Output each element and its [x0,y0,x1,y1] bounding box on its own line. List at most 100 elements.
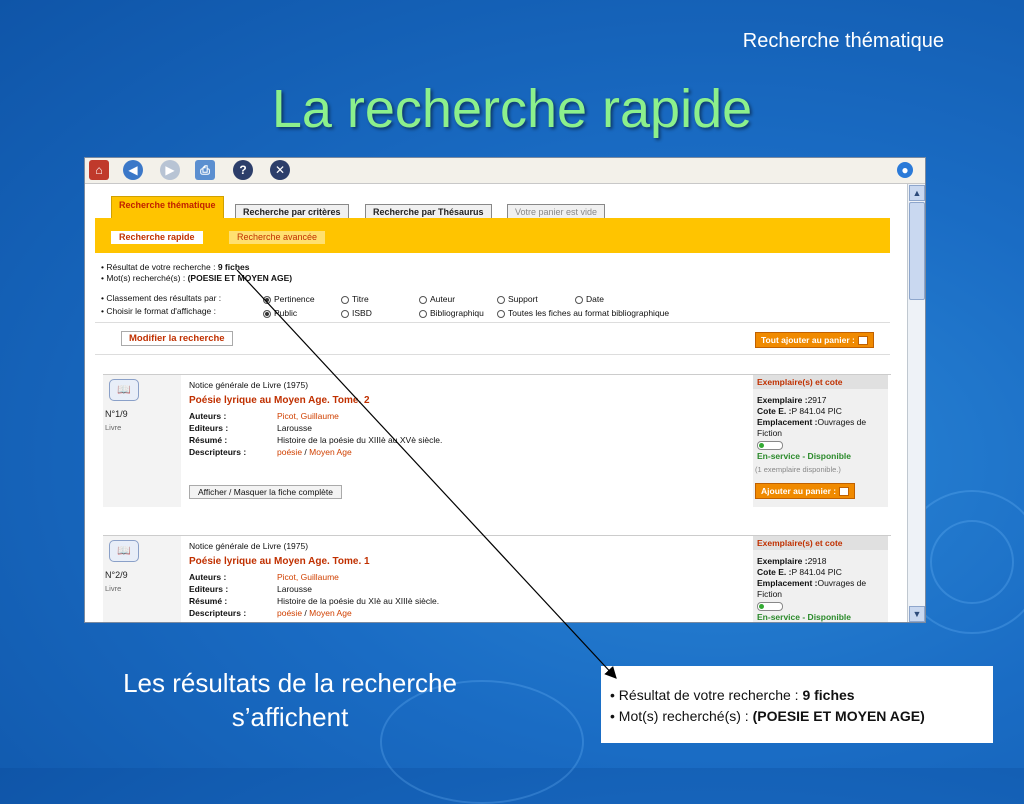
summary-label: Résumé : [189,596,228,606]
radio-icon [497,309,505,318]
result-summary: • Résultat de votre recherche : 9 fiches [101,262,250,272]
result-meta: 📖 N°2/9 Livre [103,536,181,622]
subtab-recherche-rapide[interactable]: Recherche rapide [111,231,203,244]
zoom-inset: • Résultat de votre recherche : 9 fiches… [601,666,993,743]
slide-title: La recherche rapide [271,79,753,139]
sort-option-pertinence[interactable]: Pertinence [263,294,315,304]
scroll-thumb[interactable] [909,202,925,300]
modify-search-button[interactable]: Modifier la recherche [121,331,233,346]
sort-option-titre[interactable]: Titre [341,294,369,304]
result-number: N°1/9 [105,409,128,419]
availability-line: (1 exemplaire disponible.) [755,465,841,474]
availability-toggle[interactable] [757,441,783,450]
tab-recherche-thematique[interactable]: Recherche thématique [111,196,224,220]
slide-caption: Les résultats de la recherche s’affichen… [123,668,457,732]
author-value[interactable]: Picot, Guillaume [277,411,339,421]
radio-selected-icon [263,309,271,318]
notice-line: Notice générale de Livre (1975) [189,380,309,390]
result-meta: 📖 N°1/9 Livre [103,375,181,507]
descriptors-label: Descripteurs : [189,447,247,457]
shelf-line: Cote E. :P 841.04 PIC [757,406,842,416]
vertical-scrollbar[interactable]: ▲ ▼ [907,184,925,622]
radio-selected-icon [263,295,271,304]
searched-words: • Mot(s) recherché(s) : (POESIE ET MOYEN… [101,273,293,283]
descriptor-link[interactable]: poésie [277,608,302,618]
radio-icon [575,295,583,304]
descriptors-value: poésie / Moyen Age [277,447,352,457]
add-to-cart-button[interactable]: Ajouter au panier : [755,483,856,500]
format-option-bibliographique[interactable]: Bibliographiqu [419,308,484,318]
result-title[interactable]: Poésie lyrique au Moyen Age. Tome. 1 [189,556,370,567]
radio-icon [419,309,427,318]
summary-value: Histoire de la poésie du XIIIè au XVè si… [277,435,443,445]
status-line: En-service - Disponible [757,612,851,622]
result-title[interactable]: Poésie lyrique au Moyen Age. Tome. 2 [189,395,370,406]
scroll-up-icon[interactable]: ▲ [909,185,925,201]
zoom-words-line: • Mot(s) recherché(s) : (POESIE ET MOYEN… [610,708,925,724]
subtab-recherche-avancee[interactable]: Recherche avancée [229,231,326,244]
editor-value: Larousse [277,423,312,433]
result-item: 📖 N°1/9 Livre Notice générale de Livre (… [103,374,891,507]
zoom-result-line: • Résultat de votre recherche : 9 fiches [610,687,855,703]
help-icon[interactable]: ? [233,160,253,180]
copies-panel: Exemplaire(s) et cote Exemplaire :2918 C… [753,536,888,622]
notice-line: Notice générale de Livre (1975) [189,541,309,551]
result-kind: Livre [105,584,122,593]
editors-label: Editeurs : [189,584,229,594]
copies-header: Exemplaire(s) et cote [753,536,888,550]
copy-line: Exemplaire :2918 [757,556,827,566]
home-icon[interactable]: ⌂ [89,160,109,180]
result-number: N°2/9 [105,570,128,580]
sort-option-support[interactable]: Support [497,294,538,304]
format-option-public[interactable]: Public [263,308,297,318]
result-details: Notice générale de Livre (1975) Poésie l… [189,375,749,507]
catalog-screenshot: ⌂ ◀ ▶ ⎙ ? ✕ ● Recherche thématique Reche… [84,157,926,623]
authors-label: Auteurs : [189,572,227,582]
sort-option-auteur[interactable]: Auteur [419,294,455,304]
sort-label: • Classement des résultats par : [101,293,222,303]
book-icon[interactable]: 📖 [109,379,139,401]
slide-subtitle: Recherche thématique [742,30,944,52]
back-icon[interactable]: ◀ [123,160,143,180]
format-label: • Choisir le format d'affichage : [101,306,216,316]
browser-toolbar: ⌂ ◀ ▶ ⎙ ? ✕ ● [85,158,925,184]
availability-toggle[interactable] [757,602,783,611]
format-option-isbd[interactable]: ISBD [341,308,372,318]
format-option-toutes-fiches[interactable]: Toutes les fiches au format bibliographi… [497,308,669,318]
copies-panel: Exemplaire(s) et cote Exemplaire :2917 C… [753,375,888,507]
globe-icon[interactable]: ● [897,162,913,178]
checkbox-icon [839,487,850,497]
page-content: Recherche thématique Recherche par critè… [85,184,907,622]
toggle-full-record-button[interactable]: Afficher / Masquer la fiche complète [189,485,342,499]
radio-icon [497,295,505,304]
shelf-line: Cote E. :P 841.04 PIC [757,567,842,577]
checkbox-icon [857,336,868,346]
radio-icon [341,309,349,318]
descriptor-link[interactable]: poésie [277,447,302,457]
author-value[interactable]: Picot, Guillaume [277,572,339,582]
descriptor-link[interactable]: Moyen Age [309,608,352,618]
close-icon[interactable]: ✕ [270,160,290,180]
descriptor-link[interactable]: Moyen Age [309,447,352,457]
add-all-to-cart-button[interactable]: Tout ajouter au panier : [755,332,874,349]
descriptors-value: poésie / Moyen Age [277,608,352,618]
sort-option-date[interactable]: Date [575,294,604,304]
book-icon[interactable]: 📖 [109,540,139,562]
result-item: 📖 N°2/9 Livre Notice générale de Livre (… [103,535,891,622]
divider [95,322,890,323]
location-line: Emplacement :Ouvrages de Fiction [757,578,867,599]
result-kind: Livre [105,423,122,432]
print-icon[interactable]: ⎙ [195,160,215,180]
divider [95,354,890,355]
summary-label: Résumé : [189,435,228,445]
forward-icon[interactable]: ▶ [160,160,180,180]
status-line: En-service - Disponible [757,451,851,461]
scroll-down-icon[interactable]: ▼ [909,606,925,622]
editor-value: Larousse [277,584,312,594]
subtab-bar: Recherche rapide Recherche avancée [95,218,890,253]
editors-label: Editeurs : [189,423,229,433]
location-line: Emplacement :Ouvrages de Fiction [757,417,867,438]
radio-icon [419,295,427,304]
result-details: Notice générale de Livre (1975) Poésie l… [189,536,749,622]
copy-line: Exemplaire :2917 [757,395,827,405]
